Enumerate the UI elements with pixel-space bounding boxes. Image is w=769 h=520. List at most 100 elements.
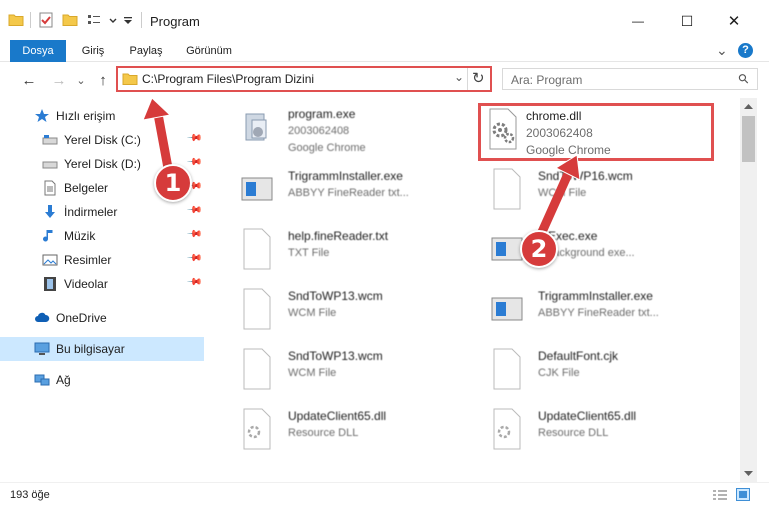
help-icon[interactable]: ? <box>738 43 753 58</box>
tab-home[interactable]: Giriş <box>70 40 116 62</box>
file-item[interactable]: SndToWP13.wcm WCM File <box>220 282 470 338</box>
file-name: DefaultFont.cjk <box>538 349 619 363</box>
blank-file-icon <box>243 228 271 270</box>
file-item[interactable]: TrigrammInstaller.exe ABBYY FineReader t… <box>470 282 720 338</box>
sidebar-item-network[interactable]: Ağ <box>0 368 204 392</box>
minimize-button[interactable]: — <box>618 6 658 36</box>
sidebar-item-onedrive[interactable]: OneDrive <box>0 306 204 330</box>
navigation-bar: ← → ⌄ ↑ C:\Program Files\Program Dizini … <box>0 62 769 98</box>
sidebar-item-this-pc[interactable]: Bu bilgisayar <box>0 337 204 361</box>
customize-toolbar-icon[interactable] <box>122 12 134 28</box>
sidebar-item-videos[interactable]: Videolar 📌 <box>0 272 204 296</box>
file-item[interactable]: program.exe 2003062408 Google Chrome <box>220 100 470 156</box>
sidebar-item-label: Videolar <box>64 277 108 291</box>
file-name: SndToWP13.wcm <box>288 349 383 363</box>
file-item[interactable]: ...Exec.exe ...background exe... <box>470 222 720 278</box>
installer-icon <box>241 177 273 201</box>
file-item[interactable]: TrigrammInstaller.exe ABBYY FineReader t… <box>220 162 470 218</box>
file-item[interactable]: SndToWP16.wcm WCM File <box>470 162 720 218</box>
cloud-icon <box>35 312 50 322</box>
exe-icon <box>245 113 267 141</box>
computer-icon <box>34 342 50 355</box>
search-icon[interactable]: ⚲ <box>735 70 753 88</box>
file-highlight-box <box>478 103 714 161</box>
file-item[interactable]: DefaultFont.cjk CJK File <box>470 342 720 398</box>
file-name: UpdateClient65.dll <box>538 409 637 423</box>
large-icons-view-icon[interactable] <box>736 488 750 501</box>
close-button[interactable]: ✕ <box>714 6 754 36</box>
pin-icon[interactable]: 📌 <box>186 154 203 171</box>
file-item[interactable]: SndToWP13.wcm WCM File <box>220 342 470 398</box>
file-name: SndToWP13.wcm <box>288 289 383 303</box>
sidebar-item-label: Hızlı erişim <box>56 109 116 123</box>
up-button[interactable]: ↑ <box>94 71 112 89</box>
status-bar: 193 öğe <box>0 482 769 520</box>
pin-icon[interactable]: 📌 <box>186 226 203 243</box>
sidebar-item-downloads[interactable]: İndirmeler 📌 <box>0 200 204 224</box>
tab-file[interactable]: Dosya <box>10 40 66 62</box>
file-item[interactable]: UpdateClient65.dll Resource DLL <box>470 402 720 458</box>
file-detail: WCM File <box>538 187 587 199</box>
document-icon <box>44 180 56 196</box>
sidebar-item-music[interactable]: Müzik 📌 <box>0 224 204 248</box>
address-bar[interactable]: C:\Program Files\Program Dizini ⌄ ↻ <box>116 66 492 92</box>
sidebar-item-label: Belgeler <box>64 181 109 195</box>
file-detail: CJK File <box>538 367 580 379</box>
details-view-icon[interactable] <box>712 489 728 501</box>
file-detail: Google Chrome <box>288 142 366 154</box>
address-dropdown-icon[interactable]: ⌄ <box>454 70 464 84</box>
file-item[interactable]: help.fineReader.txt TXT File <box>220 222 470 278</box>
pin-icon[interactable]: 📌 <box>186 202 203 219</box>
refresh-icon[interactable]: ↻ <box>472 69 485 87</box>
forward-button[interactable]: → <box>50 71 68 89</box>
file-detail: ABBYY FineReader txt... <box>288 187 409 199</box>
callout-badge-1: 1 <box>154 164 192 202</box>
file-detail: Resource DLL <box>288 427 359 439</box>
folder-icon[interactable] <box>8 12 24 28</box>
title-bar: Program — ☐ ✕ <box>0 0 769 40</box>
scroll-down-icon[interactable] <box>743 470 754 478</box>
navigation-pane: Hızlı erişim Yerel Disk (C:) 📌 Yerel Dis… <box>0 98 210 482</box>
file-detail: TXT File <box>288 247 330 259</box>
drive-icon <box>42 161 58 169</box>
ribbon-collapse-icon[interactable]: ⌄ <box>716 42 728 59</box>
file-detail: ABBYY FineReader txt... <box>538 307 659 319</box>
chevron-down-icon[interactable] <box>108 12 118 28</box>
search-input[interactable]: Ara: Program ⚲ <box>502 68 758 90</box>
sidebar-item-pictures[interactable]: Resimler 📌 <box>0 248 204 272</box>
sidebar-item-label: Yerel Disk (D:) <box>64 157 141 171</box>
sidebar-item-quick-access[interactable]: Hızlı erişim <box>0 104 204 128</box>
file-detail: WCM File <box>288 307 337 319</box>
scroll-thumb[interactable] <box>742 116 755 162</box>
installer-icon <box>491 297 523 321</box>
file-item[interactable]: UpdateClient65.dll Resource DLL <box>220 402 470 458</box>
new-folder-icon[interactable] <box>62 12 78 28</box>
file-name: SndToWP16.wcm <box>538 169 633 183</box>
callout-badge-2: 2 <box>520 230 558 268</box>
close-icon: ✕ <box>727 13 741 30</box>
properties-icon[interactable] <box>38 12 54 28</box>
recent-locations-button[interactable]: ⌄ <box>72 71 90 89</box>
back-button[interactable]: ← <box>20 71 38 89</box>
tab-share[interactable]: Paylaş <box>120 40 172 62</box>
ribbon-tabs: Dosya Giriş Paylaş Görünüm ⌄ ? <box>0 40 769 62</box>
pin-icon[interactable]: 📌 <box>186 250 203 267</box>
scroll-up-icon[interactable] <box>743 102 754 110</box>
tab-view[interactable]: Görünüm <box>178 40 240 62</box>
maximize-button[interactable]: ☐ <box>667 6 707 36</box>
blank-file-icon <box>243 288 271 330</box>
sidebar-item-local-disk-c[interactable]: Yerel Disk (C:) 📌 <box>0 128 204 152</box>
pin-icon[interactable]: 📌 <box>186 274 203 291</box>
pin-icon[interactable]: 📌 <box>186 130 203 147</box>
vertical-scrollbar[interactable] <box>740 98 757 482</box>
blank-file-icon <box>493 348 521 390</box>
file-name: TrigrammInstaller.exe <box>288 169 403 183</box>
item-count: 193 öğe <box>10 489 50 501</box>
address-field[interactable]: C:\Program Files\Program Dizini ⌄ <box>118 68 468 90</box>
view-options-icon[interactable] <box>86 12 102 28</box>
file-name: help.fineReader.txt <box>288 229 389 243</box>
file-name: program.exe <box>288 107 356 121</box>
sidebar-item-label: Müzik <box>64 229 96 243</box>
maximize-icon: ☐ <box>680 12 694 29</box>
installer-icon <box>491 237 523 261</box>
